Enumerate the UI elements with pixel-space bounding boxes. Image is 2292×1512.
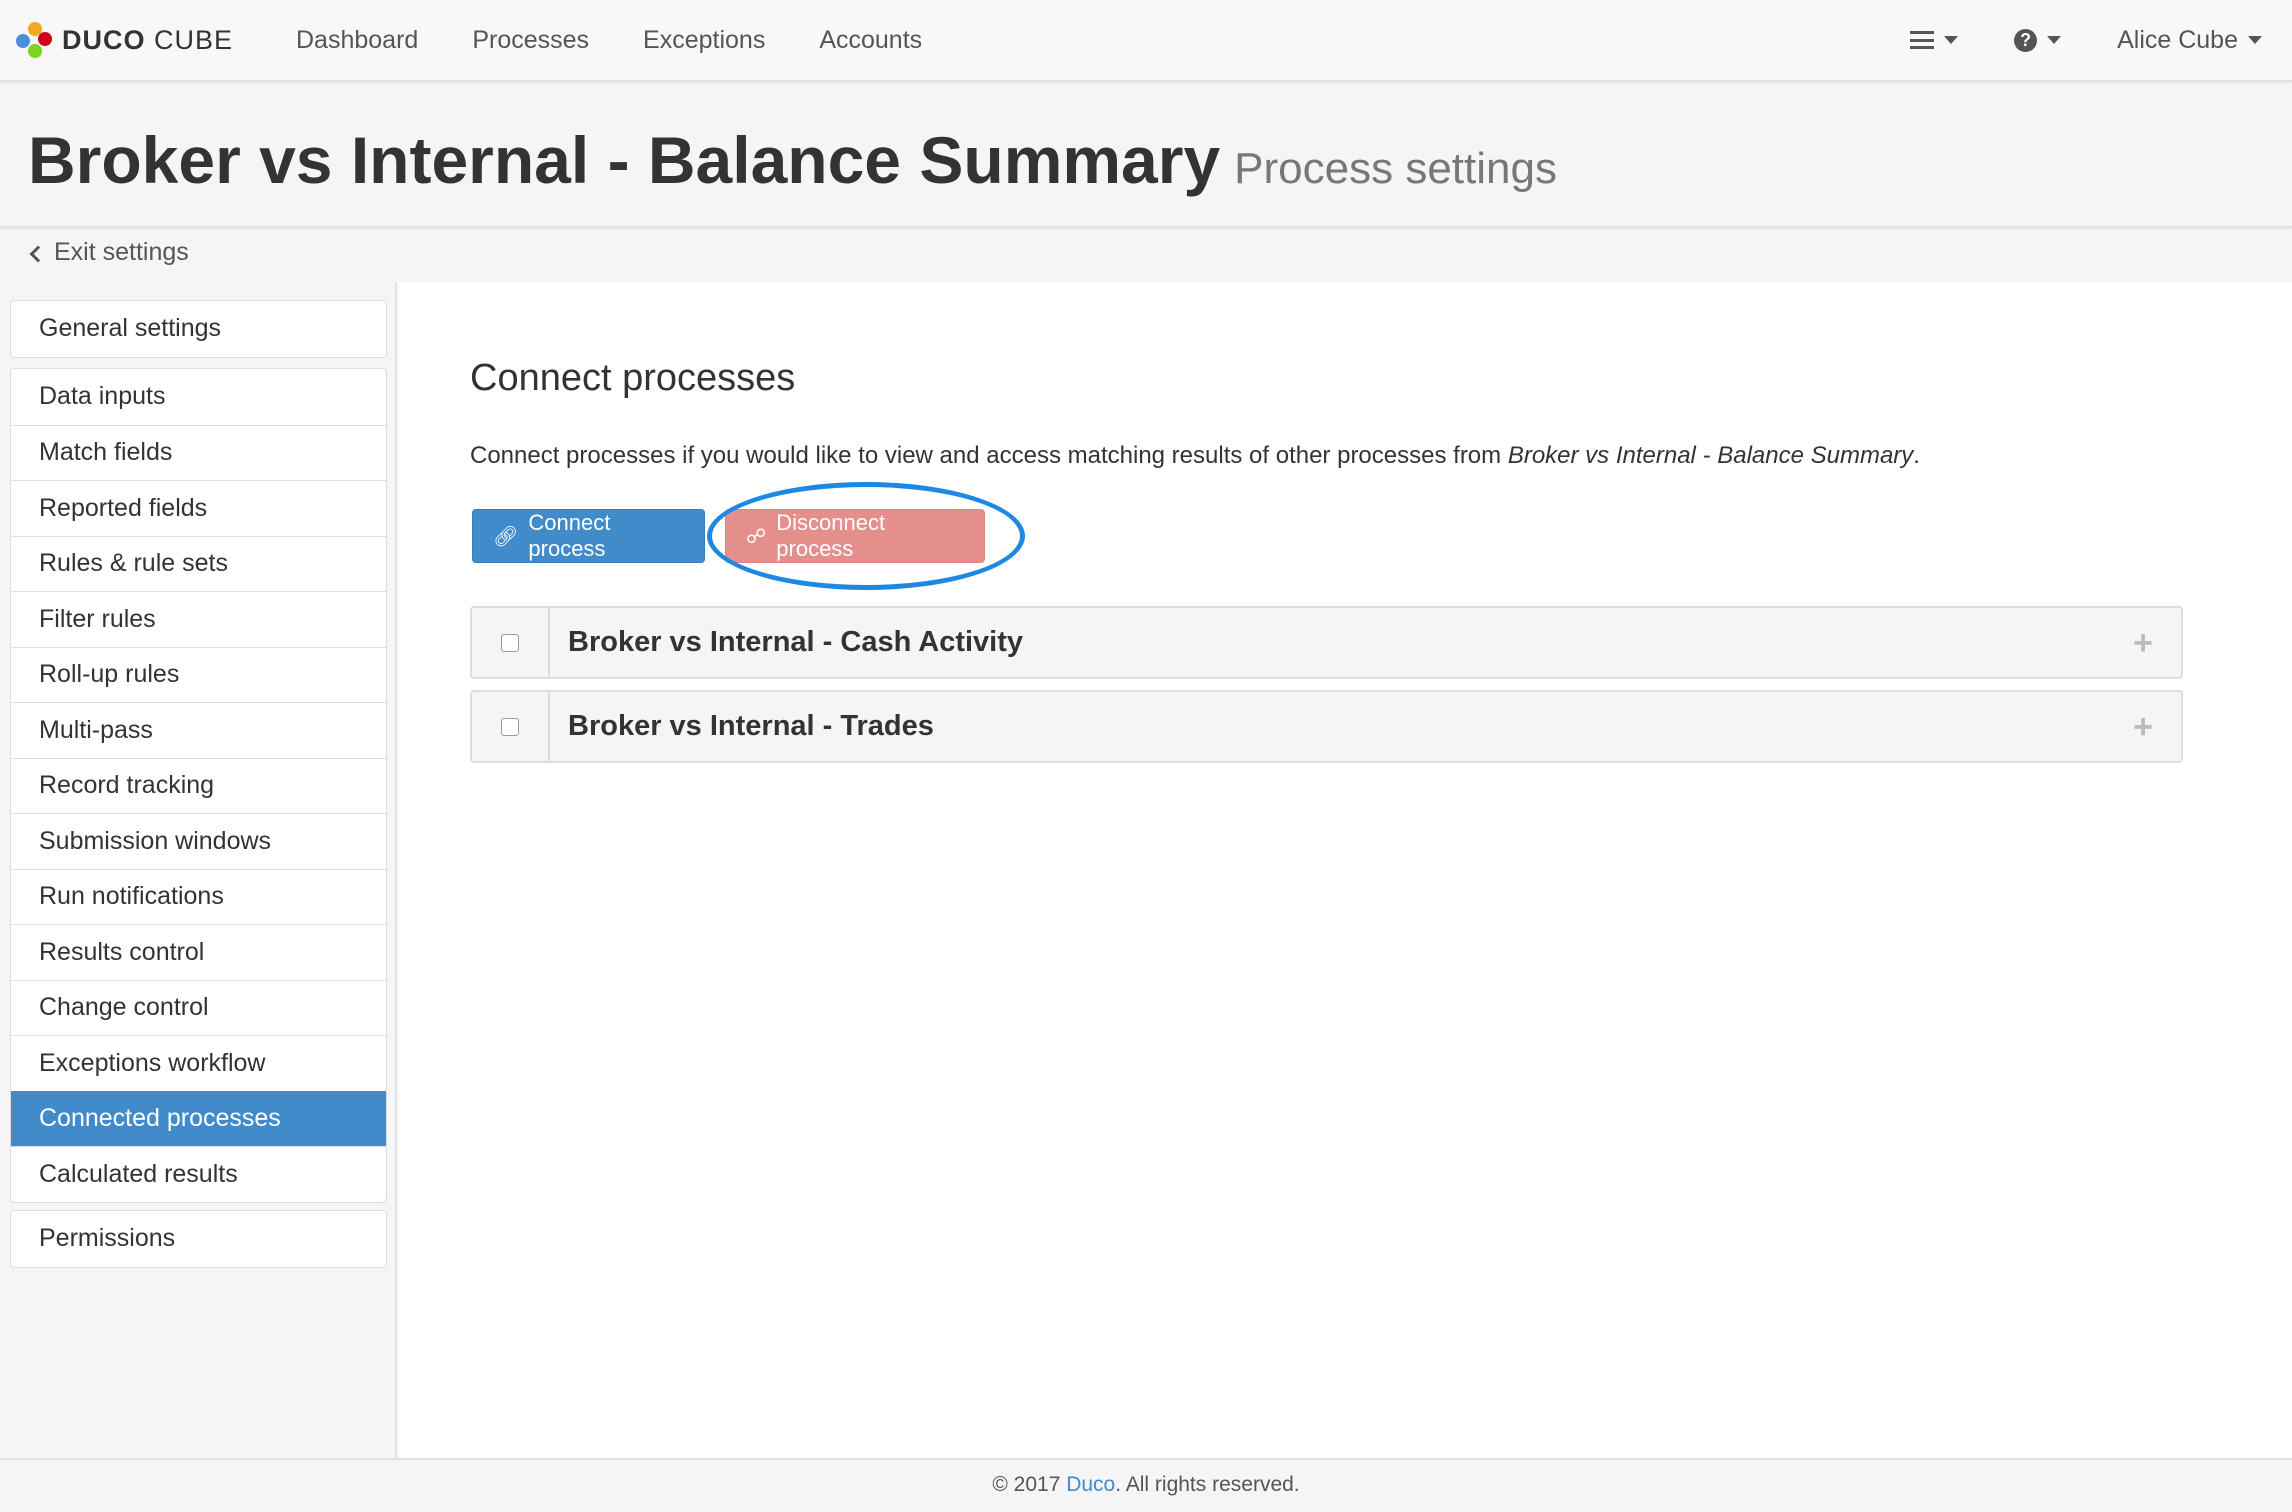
sidebar-item-roll-up-rules[interactable]: Roll-up rules — [11, 646, 386, 703]
help-dropdown[interactable]: ? — [2014, 28, 2062, 52]
connected-process-row: Broker vs Internal - Cash Activity + — [470, 606, 2183, 679]
exit-settings-link[interactable]: Exit settings — [29, 238, 189, 267]
sidebar-item-match-fields[interactable]: Match fields — [11, 424, 386, 481]
sidebar-item-run-notifications[interactable]: Run notifications — [11, 868, 386, 925]
sidebar-group-permissions: Permissions — [10, 1210, 387, 1268]
expand-plus-icon[interactable]: + — [2133, 624, 2153, 663]
brand-logo[interactable]: DUCO CUBE — [14, 18, 233, 62]
user-dropdown[interactable]: Alice Cube — [2117, 26, 2262, 55]
exit-bar: Exit settings — [0, 230, 2292, 280]
connect-process-label: Connect process — [528, 510, 611, 561]
menu-dropdown[interactable] — [1910, 31, 1959, 49]
sidebar-item-results-control[interactable]: Results control — [11, 924, 386, 980]
unlink-icon: ☍ — [746, 525, 767, 548]
nav-accounts[interactable]: Accounts — [819, 26, 922, 55]
nav-right: ? Alice Cube — [1854, 0, 2262, 80]
brand-name: DUCO CUBE — [62, 24, 234, 55]
disconnect-process-button[interactable]: ☍ Disconnect process — [725, 509, 985, 563]
sidebar-item-general-settings[interactable]: General settings — [11, 301, 386, 357]
page-subtitle: Process settings — [1234, 144, 1557, 193]
sidebar-item-permissions[interactable]: Permissions — [11, 1211, 386, 1267]
footer-rights: . All rights reserved. — [1115, 1473, 1300, 1496]
sidebar-item-connected-processes[interactable]: Connected processes — [11, 1090, 386, 1146]
nav-processes[interactable]: Processes — [472, 26, 589, 55]
sidebar-item-reported-fields[interactable]: Reported fields — [11, 480, 386, 536]
intro-process-name: Broker vs Internal - Balance Summary — [1507, 442, 1914, 469]
sidebar-item-record-tracking[interactable]: Record tracking — [11, 757, 386, 814]
duco-logo-icon — [14, 20, 54, 60]
sidebar-item-data-inputs[interactable]: Data inputs — [11, 369, 386, 425]
nav-dashboard[interactable]: Dashboard — [296, 26, 418, 55]
sidebar-item-calculated-results[interactable]: Calculated results — [11, 1146, 386, 1202]
footer-copyright: © 2017 — [992, 1473, 1067, 1496]
expand-plus-icon[interactable]: + — [2133, 708, 2153, 747]
sidebar-group-general: General settings — [10, 300, 387, 358]
top-navbar: DUCO CUBE Dashboard Processes Exceptions… — [0, 0, 2292, 82]
row-select-cell — [472, 692, 550, 761]
connected-process-name[interactable]: Broker vs Internal - Trades — [568, 710, 934, 743]
row-select-cell — [472, 608, 550, 677]
hamburger-icon — [1910, 31, 1935, 49]
page-title: Broker vs Internal - Balance Summary Proc… — [28, 123, 1557, 197]
sidebar-group-process: Data inputs Match fields Reported fields… — [10, 368, 387, 1203]
sidebar-item-change-control[interactable]: Change control — [11, 979, 386, 1036]
question-circle-icon: ? — [2014, 28, 2038, 52]
section-heading: Connect processes — [470, 357, 796, 399]
main-content: Connect processes Connect processes if y… — [399, 282, 2292, 1458]
connect-process-button[interactable]: 🔗︎ Connect process — [472, 509, 705, 563]
row-checkbox[interactable] — [501, 633, 519, 652]
sidebar-item-filter-rules[interactable]: Filter rules — [11, 591, 386, 647]
settings-sidebar: General settings Data inputs Match field… — [0, 282, 397, 1458]
user-name: Alice Cube — [2117, 25, 2238, 54]
nav-exceptions[interactable]: Exceptions — [643, 26, 765, 55]
sidebar-item-rules[interactable]: Rules & rule sets — [11, 535, 386, 592]
page-footer: © 2017 Duco. All rights reserved. — [0, 1458, 2292, 1512]
intro-text: Connect processes if you would like to v… — [470, 442, 1920, 469]
caret-down-icon — [1944, 36, 1959, 44]
link-icon: 🔗︎ — [493, 525, 519, 548]
sidebar-item-exceptions-workflow[interactable]: Exceptions workflow — [11, 1035, 386, 1091]
caret-down-icon — [2248, 36, 2262, 44]
footer-duco-link[interactable]: Duco — [1066, 1473, 1115, 1496]
main-nav: Dashboard Processes Exceptions Accounts — [296, 0, 976, 80]
connected-process-row: Broker vs Internal - Trades + — [470, 690, 2183, 763]
caret-down-icon — [2047, 36, 2062, 44]
exit-settings-label: Exit settings — [54, 238, 189, 266]
chevron-left-icon — [29, 245, 47, 262]
sidebar-item-submission-windows[interactable]: Submission windows — [11, 813, 386, 869]
page-header: Broker vs Internal - Balance Summary Proc… — [0, 84, 2292, 228]
sidebar-item-multi-pass[interactable]: Multi-pass — [11, 702, 386, 758]
row-checkbox[interactable] — [501, 717, 519, 736]
connected-process-name[interactable]: Broker vs Internal - Cash Activity — [568, 626, 1023, 659]
disconnect-process-label: Disconnect process — [776, 510, 886, 561]
